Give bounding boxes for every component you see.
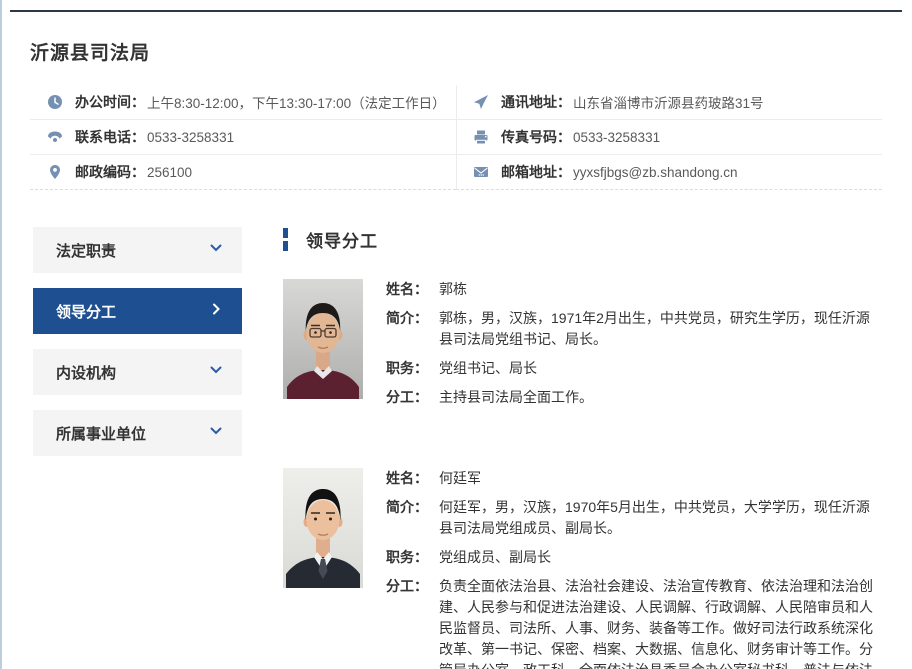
field-bio: 简介： 何廷军，男，汉族，1970年5月出生，中共党员，大学学历，现任沂源县司法… <box>386 497 882 539</box>
field-label: 分工： <box>386 387 439 408</box>
leader-name: 何廷军 <box>439 468 481 489</box>
envelope-icon <box>473 164 489 180</box>
field-name: 姓名： 何廷军 <box>386 468 882 489</box>
chevron-down-icon <box>209 424 223 442</box>
sidebar-item-legal-duties[interactable]: 法定职责 <box>33 227 242 273</box>
leader-card: 姓名： 郭栋 简介： 郭栋，男，汉族，1971年2月出生，中共党员，研究生学历，… <box>283 279 882 416</box>
chevron-down-icon <box>209 241 223 259</box>
contact-value: 256100 <box>147 165 192 180</box>
sidebar-item-affiliated-units[interactable]: 所属事业单位 <box>33 410 242 456</box>
chevron-down-icon <box>209 363 223 381</box>
chevron-right-icon <box>209 302 223 320</box>
contact-label: 传真号码： <box>501 127 571 147</box>
leader-bio: 郭栋，男，汉族，1971年2月出生，中共党员，研究生学历，现任沂源县司法局党组书… <box>439 308 882 350</box>
sidebar-item-label: 内设机构 <box>56 362 116 383</box>
contact-info-table: 办公时间： 上午8:30-12:00，下午13:30-17:00（法定工作日） … <box>30 85 882 190</box>
leader-fields: 姓名： 郭栋 简介： 郭栋，男，汉族，1971年2月出生，中共党员，研究生学历，… <box>386 279 882 416</box>
leader-name: 郭栋 <box>439 279 467 300</box>
top-divider-rule <box>10 10 902 12</box>
contact-item-address: 通讯地址： 山东省淄博市沂源县药玻路31号 <box>456 85 882 120</box>
page-left-edge <box>0 0 2 669</box>
page-title: 沂源县司法局 <box>30 38 912 65</box>
field-position: 职务： 党组书记、局长 <box>386 358 882 379</box>
field-label: 姓名： <box>386 279 439 300</box>
field-bio: 简介： 郭栋，男，汉族，1971年2月出生，中共党员，研究生学历，现任沂源县司法… <box>386 308 882 350</box>
contact-item-phone: 联系电话： 0533-3258331 <box>30 120 456 155</box>
field-label: 姓名： <box>386 468 439 489</box>
sidebar-nav: 法定职责 领导分工 内设机构 所属事业单位 <box>33 227 242 471</box>
field-duty: 分工： 主持县司法局全面工作。 <box>386 387 882 408</box>
contact-label: 通讯地址： <box>501 92 571 112</box>
leader-position: 党组成员、副局长 <box>439 547 551 568</box>
send-icon <box>473 94 489 110</box>
sidebar-item-label: 所属事业单位 <box>56 423 146 444</box>
leader-duty: 主持县司法局全面工作。 <box>439 387 593 408</box>
field-duty: 分工： 负责全面依法治县、法治社会建设、法治宣传教育、依法治理和法治创建、人民参… <box>386 576 882 669</box>
section-marker-icon <box>283 228 288 251</box>
location-pin-icon <box>47 164 63 180</box>
section-header: 领导分工 <box>283 227 882 251</box>
contact-value: yyxsfjbgs@zb.shandong.cn <box>573 165 738 180</box>
sidebar-item-label: 领导分工 <box>56 301 116 322</box>
contact-item-postcode: 邮政编码： 256100 <box>30 155 456 190</box>
contact-value: 上午8:30-12:00，下午13:30-17:00（法定工作日） <box>147 92 446 112</box>
clock-icon <box>47 94 63 110</box>
phone-icon <box>47 129 63 145</box>
contact-value: 山东省淄博市沂源县药玻路31号 <box>573 92 764 112</box>
leader-fields: 姓名： 何廷军 简介： 何廷军，男，汉族，1970年5月出生，中共党员，大学学历… <box>386 468 882 669</box>
field-label: 分工： <box>386 576 439 669</box>
field-label: 职务： <box>386 547 439 568</box>
contact-item-fax: 传真号码： 0533-3258331 <box>456 120 882 155</box>
field-label: 职务： <box>386 358 439 379</box>
leader-bio: 何廷军，男，汉族，1970年5月出生，中共党员，大学学历，现任沂源县司法局党组成… <box>439 497 882 539</box>
sidebar-item-internal-organs[interactable]: 内设机构 <box>33 349 242 395</box>
field-label: 简介： <box>386 497 439 539</box>
leader-photo-hetingjun <box>283 468 363 588</box>
sidebar-item-label: 法定职责 <box>56 240 116 261</box>
main-content: 领导分工 <box>283 227 882 669</box>
contact-value: 0533-3258331 <box>147 130 234 145</box>
leader-duty: 负责全面依法治县、法治社会建设、法治宣传教育、依法治理和法治创建、人民参与和促进… <box>439 576 882 669</box>
field-name: 姓名： 郭栋 <box>386 279 882 300</box>
leader-card: 姓名： 何廷军 简介： 何廷军，男，汉族，1970年5月出生，中共党员，大学学历… <box>283 468 882 669</box>
contact-item-email: 邮箱地址： yyxsfjbgs@zb.shandong.cn <box>456 155 882 190</box>
leader-position: 党组书记、局长 <box>439 358 537 379</box>
field-position: 职务： 党组成员、副局长 <box>386 547 882 568</box>
field-label: 简介： <box>386 308 439 350</box>
contact-item-office-hours: 办公时间： 上午8:30-12:00，下午13:30-17:00（法定工作日） <box>30 85 456 120</box>
contact-value: 0533-3258331 <box>573 130 660 145</box>
contact-label: 邮箱地址： <box>501 162 571 182</box>
leader-photo-guodong <box>283 279 363 399</box>
section-title: 领导分工 <box>306 227 378 252</box>
contact-label: 邮政编码： <box>75 162 145 182</box>
sidebar-item-leadership-division[interactable]: 领导分工 <box>33 288 242 334</box>
contact-label: 联系电话： <box>75 127 145 147</box>
fax-icon <box>473 129 489 145</box>
contact-label: 办公时间： <box>75 92 145 112</box>
